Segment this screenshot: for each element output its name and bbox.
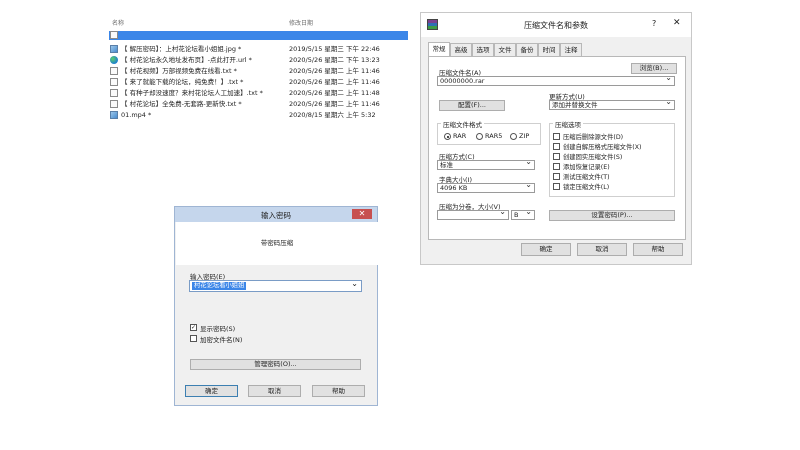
file-row[interactable]: 【 有种子却没速度？来村花论坛人工加速】.txt * 2020/5/26 星期二 … — [103, 89, 408, 98]
file-name: 【 来了就能下载的论坛，纯免费！】.txt * — [121, 78, 244, 86]
format-rar5-radio[interactable] — [476, 133, 483, 140]
profiles-button[interactable]: 配置(F)... — [439, 100, 505, 111]
format-zip-label: ZIP — [519, 132, 530, 140]
format-zip-radio[interactable] — [510, 133, 517, 140]
tab-backup[interactable]: 备份 — [516, 43, 538, 56]
option-label: 压缩后删除源文件(D) — [563, 134, 624, 141]
archive-format-caption: 压缩文件格式 — [441, 119, 484, 129]
dialog-title: 输入密码 — [261, 211, 291, 220]
cancel-button[interactable]: 取消 — [577, 243, 627, 256]
dictionary-select[interactable]: 4096 KB — [437, 183, 535, 193]
option-label: 创建自解压格式压缩文件(X) — [563, 144, 642, 151]
close-icon[interactable]: ✕ — [673, 18, 681, 28]
archive-options-group: 压缩选项 压缩后删除源文件(D) 创建自解压格式压缩文件(X) 创建固实压缩文件… — [549, 119, 675, 197]
file-row[interactable]: 01.mp4 * 2020/8/15 星期六 上午 5:32 — [103, 111, 408, 120]
dialog-titlebar: 输入密码 ✕ — [175, 207, 377, 222]
file-row[interactable]: 【 解压密码】：上村花论坛看小姐姐.jpg * 2019/5/15 星期三 下午 … — [103, 45, 408, 54]
dialog-title: 压缩文件名和参数 — [524, 21, 588, 30]
cancel-button[interactable]: 取消 — [248, 385, 301, 397]
column-header-name[interactable]: 名称 — [112, 18, 124, 27]
text-file-icon — [110, 67, 118, 75]
file-row[interactable]: 【 村花论坛】全免费-无套路-更新快.txt * 2020/5/26 星期二 上午… — [103, 100, 408, 109]
archive-name-field[interactable]: 00000000.rar — [437, 76, 675, 86]
help-button[interactable]: 帮助 — [312, 385, 365, 397]
show-password-checkbox[interactable]: ✓ — [190, 324, 197, 331]
column-header-date[interactable]: 修改日期 — [289, 18, 313, 27]
format-rar5-label: RAR5 — [485, 132, 503, 140]
help-icon[interactable]: ? — [652, 19, 656, 28]
tab-options[interactable]: 选项 — [472, 43, 494, 56]
help-button[interactable]: 帮助 — [633, 243, 683, 256]
web-shortcut-icon — [110, 56, 118, 64]
option-checkbox[interactable] — [553, 153, 560, 160]
method-select[interactable]: 标准 — [437, 160, 535, 170]
file-date: 2019/5/15 星期三 下午 22:46 — [289, 45, 380, 53]
option-label: 添加恢复记录(E) — [563, 164, 610, 171]
file-name: 【 解压密码】：上村花论坛看小姐姐.jpg * — [121, 45, 242, 53]
ok-button[interactable]: 确定 — [185, 385, 238, 397]
password-input[interactable]: 村花论坛看小姐姐 — [189, 279, 362, 292]
file-icon — [110, 31, 118, 39]
file-date: 2020/5/26 星期二 上午 11:46 — [289, 67, 380, 75]
file-name: 01.mp4 * — [121, 111, 152, 119]
file-date: 2020/5/26 星期二 上午 11:46 — [289, 100, 380, 108]
split-unit-select[interactable]: B — [511, 210, 535, 220]
manage-passwords-button[interactable]: 管理密码(O)... — [190, 359, 361, 370]
option-checkbox[interactable] — [553, 143, 560, 150]
tab-files[interactable]: 文件 — [494, 43, 516, 56]
option-checkbox[interactable] — [553, 163, 560, 170]
file-list-header: 名称 修改日期 — [103, 18, 408, 28]
text-file-icon — [110, 89, 118, 97]
tab-comment[interactable]: 注释 — [560, 43, 582, 56]
text-file-icon — [110, 78, 118, 86]
general-panel: 压缩文件名(A) 浏览(B)... 00000000.rar 更新方式(U) 配… — [428, 56, 686, 240]
tab-advanced[interactable]: 高级 — [450, 43, 472, 56]
header-text: 带密码压缩 — [260, 239, 294, 247]
option-label: 测试压缩文件(T) — [563, 174, 610, 181]
file-name: 【 村花论坛永久地址发布页】-点此打开.url * — [121, 56, 252, 64]
file-row[interactable]: 【 来了就能下载的论坛，纯免费！】.txt * 2020/5/26 星期二 上午 … — [103, 78, 408, 87]
archive-options-caption: 压缩选项 — [553, 119, 583, 129]
file-date: 2020/5/26 星期二 上午 11:48 — [289, 89, 380, 97]
option-checkbox[interactable] — [553, 133, 560, 140]
close-icon[interactable]: ✕ — [352, 209, 372, 219]
encrypt-names-checkbox[interactable] — [190, 335, 197, 342]
password-value: 村花论坛看小姐姐 — [192, 282, 247, 290]
option-checkbox[interactable] — [553, 173, 560, 180]
file-name: 【 村花论坛】全免费-无套路-更新快.txt * — [121, 100, 242, 108]
option-checkbox[interactable] — [553, 183, 560, 190]
tab-time[interactable]: 时间 — [538, 43, 560, 56]
file-date: 2020/8/15 星期六 上午 5:32 — [289, 111, 376, 119]
video-file-icon — [110, 111, 118, 119]
file-date: 2020/5/26 星期二 下午 13:23 — [289, 56, 380, 64]
file-name: 【 有种子却没速度？来村花论坛人工加速】.txt * — [121, 89, 263, 97]
enter-password-dialog: 输入密码 ✕ 带密码压缩 输入密码(E) 村花论坛看小姐姐 ✓ 显示密码(S) … — [174, 206, 378, 406]
dialog-titlebar: 压缩文件名和参数 ? ✕ — [421, 13, 691, 37]
update-mode-select[interactable]: 添加并替换文件 — [549, 100, 675, 110]
option-label: 创建固实压缩文件(S) — [563, 154, 623, 161]
file-row[interactable]: 【 村花视频】万部视频免费在线看.txt * 2020/5/26 星期二 上午 1… — [103, 67, 408, 76]
selected-row[interactable] — [109, 31, 408, 40]
show-password-label: 显示密码(S) — [200, 325, 236, 333]
text-file-icon — [110, 100, 118, 108]
tab-general[interactable]: 常规 — [428, 42, 450, 56]
file-date: 2020/5/26 星期二 上午 11:46 — [289, 78, 380, 86]
format-rar-label: RAR — [453, 132, 467, 140]
set-password-button[interactable]: 设置密码(P)... — [549, 210, 675, 221]
archive-params-dialog: 压缩文件名和参数 ? ✕ 常规 高级 选项 文件 备份 时间 注释 压缩文件名(… — [420, 12, 692, 265]
split-volume-field[interactable] — [437, 210, 509, 220]
dialog-header: 带密码压缩 — [176, 222, 378, 265]
ok-button[interactable]: 确定 — [521, 243, 571, 256]
option-label: 锁定压缩文件(L) — [563, 184, 610, 191]
encrypt-names-label: 加密文件名(N) — [200, 336, 243, 344]
file-list: 名称 修改日期 【 解压密码】：上村花论坛看小姐姐.jpg * 2019/5/15… — [103, 15, 408, 153]
image-file-icon — [110, 45, 118, 53]
file-name: 【 村花视频】万部视频免费在线看.txt * — [121, 67, 237, 75]
file-row[interactable]: 【 村花论坛永久地址发布页】-点此打开.url * 2020/5/26 星期二 下… — [103, 56, 408, 65]
format-rar-radio[interactable] — [444, 133, 451, 140]
browse-button[interactable]: 浏览(B)... — [631, 63, 677, 74]
archive-format-group: 压缩文件格式 RAR RAR5 ZIP — [437, 119, 541, 145]
